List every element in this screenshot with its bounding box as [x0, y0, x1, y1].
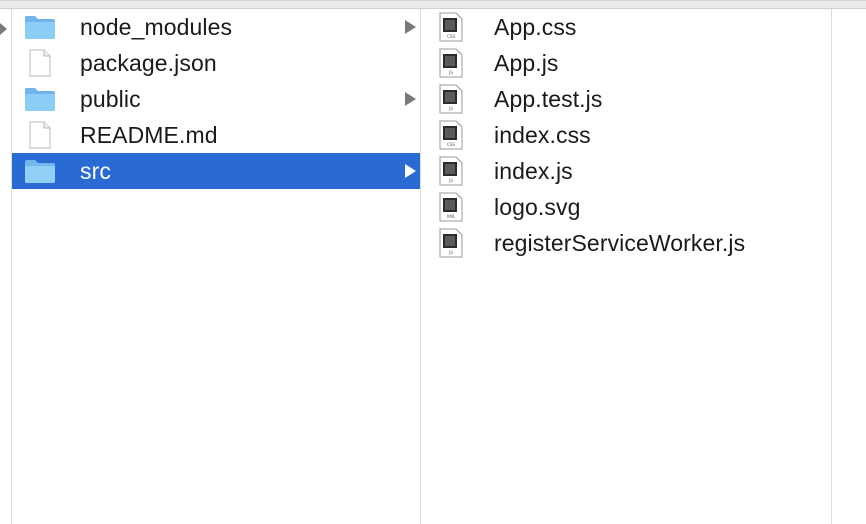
item-label: node_modules [80, 13, 233, 40]
xml-file-icon: XML [437, 192, 465, 222]
folder-icon [24, 157, 56, 185]
list-item-register-service-worker-js[interactable]: JS registerServiceWorker.js [421, 225, 831, 261]
item-label: public [80, 85, 141, 112]
list-item-app-js[interactable]: JS App.js [421, 45, 831, 81]
js-file-icon: JS [437, 228, 465, 258]
parent-column-stub[interactable] [0, 9, 12, 524]
disclosure-arrow-icon [0, 23, 7, 35]
item-label: App.test.js [494, 85, 603, 112]
item-label: logo.svg [494, 193, 581, 220]
list-item-readme[interactable]: README.md [12, 117, 420, 153]
folder-icon [24, 13, 56, 41]
svg-text:XML: XML [447, 214, 456, 219]
chevron-right-icon [405, 164, 416, 178]
list-item-index-js[interactable]: JS index.js [421, 153, 831, 189]
file-icon [24, 49, 56, 77]
css-file-icon: CSS [437, 120, 465, 150]
src-column[interactable]: CSS App.css JS App.js JS App.test.js CSS… [421, 9, 832, 524]
project-column[interactable]: node_modules package.json public README.… [12, 9, 421, 524]
file-icon [24, 121, 56, 149]
js-file-icon: JS [437, 84, 465, 114]
folder-icon [24, 85, 56, 113]
chevron-right-icon [405, 20, 416, 34]
item-label: App.js [494, 49, 559, 76]
svg-text:JS: JS [448, 70, 453, 75]
item-label: src [80, 157, 111, 184]
list-item-index-css[interactable]: CSS index.css [421, 117, 831, 153]
finder-window: node_modules package.json public README.… [0, 0, 866, 524]
list-item-package-json[interactable]: package.json [12, 45, 420, 81]
chevron-right-icon [405, 92, 416, 106]
list-item-app-css[interactable]: CSS App.css [421, 9, 831, 45]
list-item-app-test-js[interactable]: JS App.test.js [421, 81, 831, 117]
item-label: README.md [80, 121, 218, 148]
list-item-src[interactable]: src [12, 153, 420, 189]
svg-text:CSS: CSS [447, 142, 455, 147]
item-label: index.js [494, 157, 573, 184]
css-file-icon: CSS [437, 12, 465, 42]
item-label: App.css [494, 13, 577, 40]
svg-text:JS: JS [448, 250, 453, 255]
item-label: registerServiceWorker.js [494, 229, 746, 256]
svg-text:CSS: CSS [447, 34, 455, 39]
column-header-strip [0, 1, 866, 9]
item-label: package.json [80, 49, 217, 76]
js-file-icon: JS [437, 48, 465, 78]
empty-column[interactable] [832, 9, 866, 524]
svg-text:JS: JS [448, 178, 453, 183]
item-label: index.css [494, 121, 591, 148]
svg-text:JS: JS [448, 106, 453, 111]
list-item-node-modules[interactable]: node_modules [12, 9, 420, 45]
list-item-logo-svg[interactable]: XML logo.svg [421, 189, 831, 225]
js-file-icon: JS [437, 156, 465, 186]
list-item-public[interactable]: public [12, 81, 420, 117]
